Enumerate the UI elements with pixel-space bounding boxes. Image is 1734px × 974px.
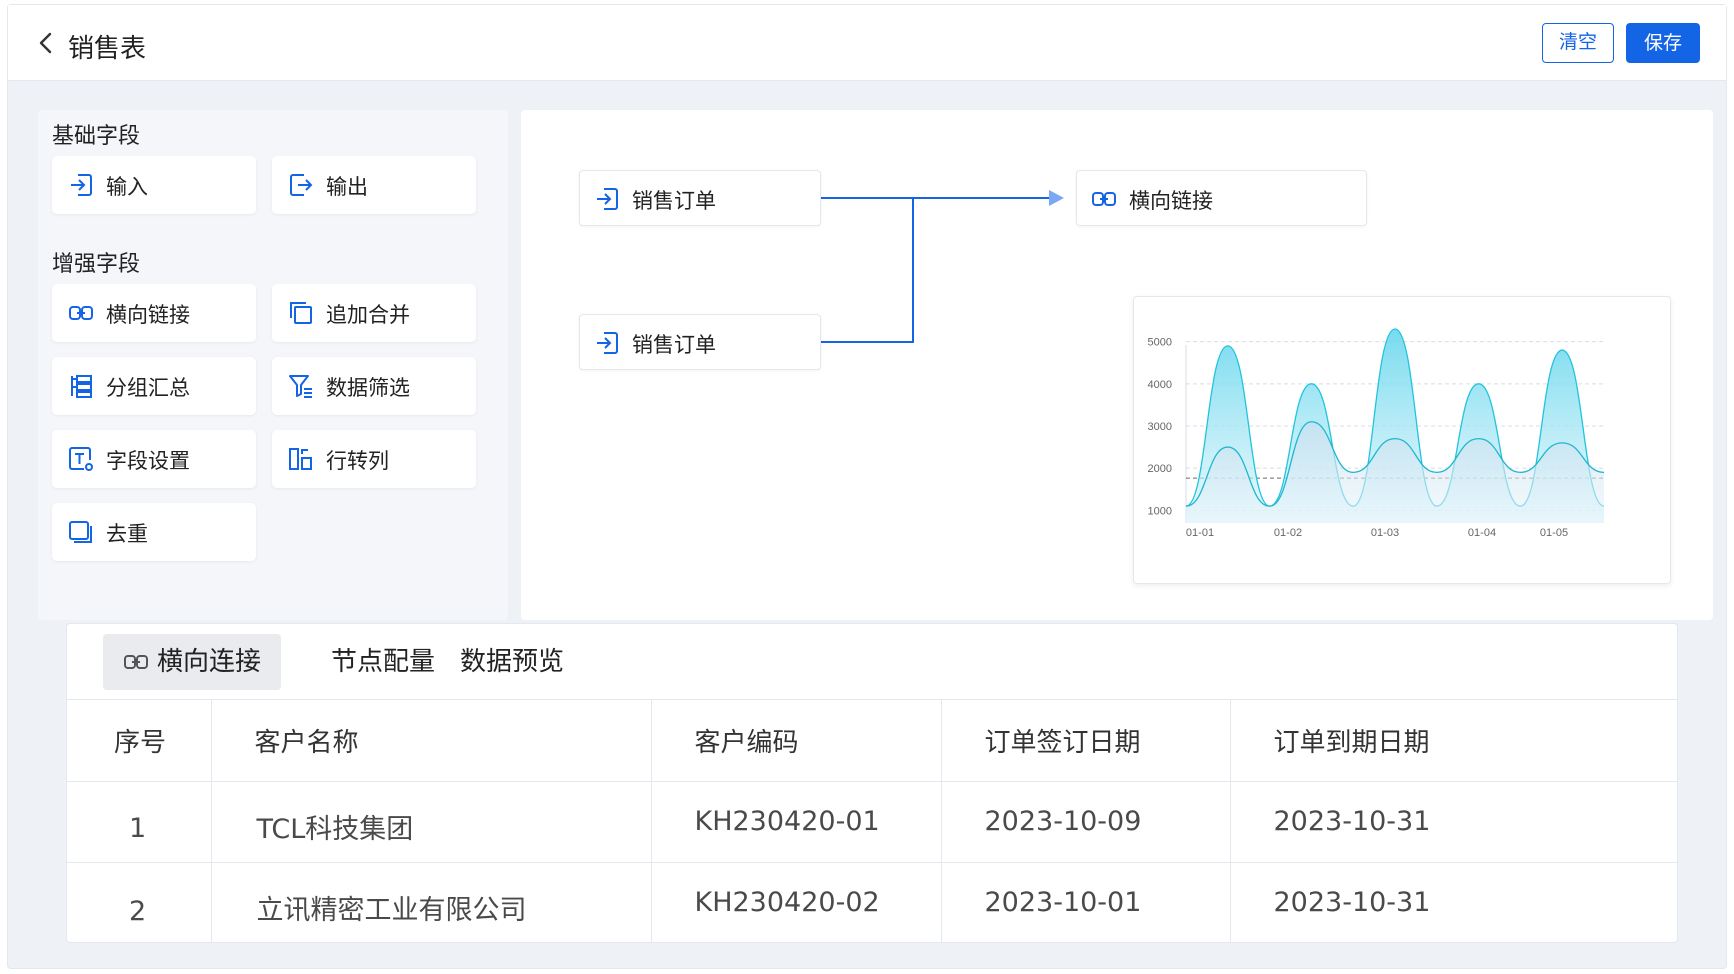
tool-group-summary[interactable]: 分组汇总 (52, 357, 256, 415)
tool-label: 去重 (106, 522, 148, 546)
tool-label: 横向链接 (106, 303, 190, 327)
chevron-left-icon[interactable] (36, 31, 56, 55)
output-icon (290, 174, 313, 196)
cell-customer-name: TCL科技集团 (211, 781, 652, 863)
bottom-panel: 横向连接 节点配量 数据预览 序号 客户名称 客户编码 订单签订日期 订单到期日… (66, 623, 1678, 943)
field-settings-icon (69, 447, 93, 471)
area-chart: 5000 4000 3000 2000 1000 01-01 01-02 01-03 01-0… (1148, 328, 1605, 539)
tool-field-settings[interactable]: 字段设置 (52, 430, 256, 488)
column-header-due-date[interactable]: 订单到期日期 (1230, 700, 1677, 782)
input-icon (597, 188, 618, 210)
tool-label: 行转列 (326, 449, 389, 473)
cell-sign-date: 2023-10-09 (941, 781, 1231, 863)
x-tick-label: 01-03 (1371, 527, 1399, 539)
app-window: 销售表 清空 保存 基础字段 输入 输出 增强字段 横向链接 追加合并 分组汇总… (7, 4, 1727, 969)
flow-node-sales-order-2[interactable]: 销售订单 (579, 314, 821, 370)
table-header-row: 序号 客户名称 客户编码 订单签订日期 订单到期日期 (67, 700, 1677, 782)
tool-row-to-column[interactable]: 行转列 (272, 430, 476, 488)
x-tick-label: 01-01 (1186, 527, 1214, 539)
cell-customer-code: KH230420-02 (651, 862, 942, 942)
filter-icon (289, 375, 312, 398)
table-row[interactable]: 2 立讯精密工业有限公司 KH230420-02 2023-10-01 2023… (67, 862, 1677, 942)
tool-label: 分组汇总 (106, 376, 190, 400)
tool-data-filter[interactable]: 数据筛选 (272, 357, 476, 415)
copy-merge-icon (290, 302, 312, 324)
cell-due-date: 2023-10-31 (1230, 862, 1677, 942)
column-header-customer-name[interactable]: 客户名称 (211, 700, 652, 782)
tool-label: 输出 (326, 175, 368, 199)
cell-customer-code: KH230420-01 (651, 781, 942, 863)
tool-label: 输入 (106, 175, 148, 199)
y-tick-label: 3000 (1148, 421, 1172, 433)
flow-node-sales-order-1[interactable]: 销售订单 (579, 170, 821, 226)
enhanced-fields-title: 增强字段 (52, 252, 141, 277)
tab-horizontal-connect[interactable]: 横向连接 (103, 634, 281, 690)
arrow-head-icon (1049, 190, 1064, 206)
tool-label: 字段设置 (106, 449, 190, 473)
x-tick-label: 01-04 (1468, 527, 1496, 539)
x-tick-label: 01-02 (1274, 527, 1302, 539)
dedupe-icon (69, 521, 92, 543)
save-button[interactable]: 保存 (1626, 23, 1700, 63)
y-tick-label: 2000 (1148, 463, 1172, 475)
table-row[interactable]: 1 TCL科技集团 KH230420-01 2023-10-09 2023-10… (67, 781, 1677, 863)
node-label: 销售订单 (632, 189, 716, 213)
column-header-sign-date[interactable]: 订单签订日期 (941, 700, 1231, 782)
y-tick-label: 4000 (1148, 379, 1172, 391)
cell-sign-date: 2023-10-01 (941, 862, 1231, 942)
tab-label: 横向连接 (157, 647, 262, 677)
input-icon (71, 174, 92, 196)
header-bar: 销售表 清空 保存 (8, 5, 1726, 81)
data-table: 序号 客户名称 客户编码 订单签订日期 订单到期日期 1 TCL科技集团 KH2… (67, 700, 1677, 942)
cell-due-date: 2023-10-31 (1230, 781, 1677, 863)
x-tick-label: 01-05 (1540, 527, 1568, 539)
clear-button[interactable]: 清空 (1542, 23, 1614, 63)
tab-node-config[interactable]: 节点配量 (331, 634, 435, 690)
column-header-customer-code[interactable]: 客户编码 (651, 700, 942, 782)
tool-label: 追加合并 (326, 303, 410, 327)
cell-index: 2 (67, 862, 212, 942)
node-label: 销售订单 (632, 333, 716, 357)
y-tick-label: 5000 (1148, 337, 1172, 349)
tool-output[interactable]: 输出 (272, 156, 476, 214)
node-label: 横向链接 (1129, 189, 1213, 213)
tool-dedupe[interactable]: 去重 (52, 503, 256, 561)
tool-label: 数据筛选 (326, 376, 410, 400)
y-tick-label: 1000 (1148, 505, 1172, 517)
cell-customer-name: 立讯精密工业有限公司 (211, 862, 652, 942)
tool-append-merge[interactable]: 追加合并 (272, 284, 476, 342)
link-icon (1092, 192, 1116, 206)
link-icon (124, 655, 148, 669)
tool-horizontal-link[interactable]: 横向链接 (52, 284, 256, 342)
flow-node-horizontal-link[interactable]: 横向链接 (1076, 170, 1367, 226)
column-header-index[interactable]: 序号 (67, 700, 212, 782)
chart-preview-card: 5000 4000 3000 2000 1000 01-01 01-02 01-03 01-0… (1133, 296, 1671, 584)
page-title: 销售表 (68, 34, 147, 64)
tab-bar: 横向连接 节点配量 数据预览 (67, 624, 1677, 700)
tab-data-preview[interactable]: 数据预览 (460, 634, 564, 690)
row-to-column-icon (289, 448, 312, 470)
tool-input[interactable]: 输入 (52, 156, 256, 214)
cell-index: 1 (67, 781, 212, 863)
basic-fields-title: 基础字段 (52, 124, 141, 149)
group-summary-icon (71, 375, 92, 398)
link-icon (69, 306, 93, 320)
field-palette: 基础字段 输入 输出 增强字段 横向链接 追加合并 分组汇总 数据筛选 字段设置… (38, 110, 508, 620)
input-icon (597, 332, 618, 354)
